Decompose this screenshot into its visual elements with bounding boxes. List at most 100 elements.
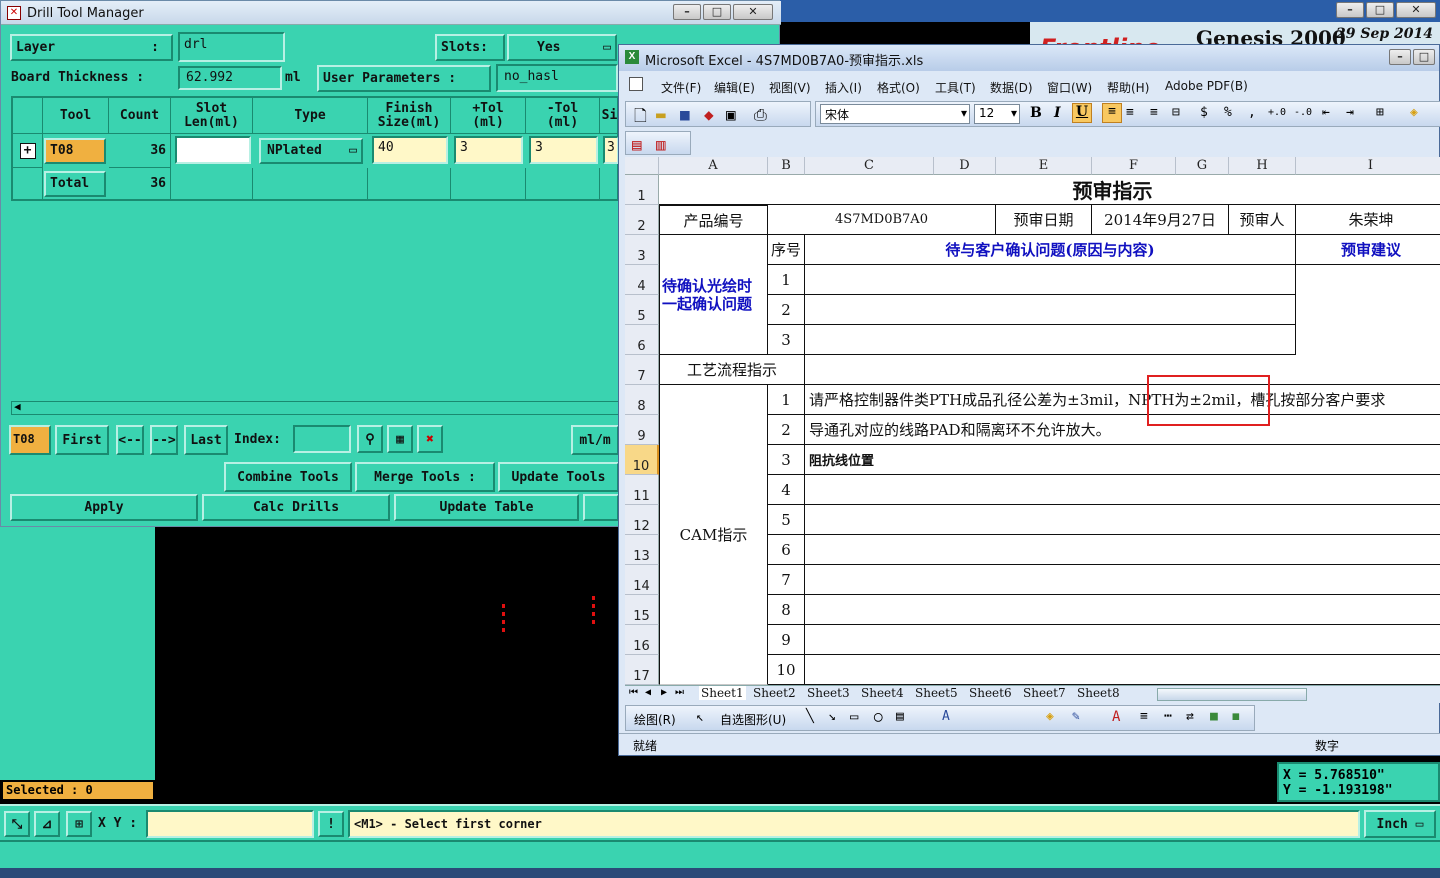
index-input[interactable] xyxy=(293,425,351,453)
cam-instruction[interactable]: 导通孔对应的线路PAD和隔离环不允许放大。 xyxy=(805,415,1440,445)
sheet-title[interactable]: 预审指示 xyxy=(659,175,1440,205)
align-center-icon[interactable]: ≡ xyxy=(1126,105,1134,120)
menu-edit[interactable]: 编辑(E) xyxy=(714,79,755,96)
col-header-c[interactable]: C xyxy=(805,157,934,175)
tool-cell[interactable]: T08 xyxy=(44,138,106,164)
row-header[interactable]: 14 xyxy=(625,565,659,595)
last-button[interactable]: Last xyxy=(184,425,228,455)
draw-menu[interactable]: 绘图(R) xyxy=(634,711,676,728)
cam-num[interactable]: 7 xyxy=(768,565,805,595)
pdf-email-icon[interactable]: ▥ xyxy=(656,135,666,154)
merge-center-icon[interactable]: ⊟ xyxy=(1172,105,1180,120)
pdf-convert-icon[interactable]: ▤ xyxy=(632,135,642,154)
reviewer-label[interactable]: 预审人 xyxy=(1229,205,1296,235)
cam-instruction[interactable] xyxy=(805,655,1440,685)
row-expand[interactable]: + xyxy=(13,134,43,168)
finish-input[interactable]: 40 xyxy=(372,136,448,164)
process-label[interactable]: 工艺流程指示 xyxy=(659,355,805,385)
col-header-h[interactable]: H xyxy=(1229,157,1296,175)
bold-icon[interactable]: B xyxy=(1030,105,1042,121)
calc-drills-button[interactable]: Calc Drills xyxy=(202,494,390,521)
cam-num[interactable]: 2 xyxy=(768,415,805,445)
update-table-button[interactable]: Update Table xyxy=(394,494,579,521)
decrease-decimal-icon[interactable]: -.0 xyxy=(1294,107,1312,118)
underline-icon[interactable]: U xyxy=(1072,103,1092,123)
col-header-b[interactable]: B xyxy=(768,157,805,175)
update-tools-button[interactable]: Update Tools xyxy=(498,462,619,492)
col-header-g[interactable]: G xyxy=(1176,157,1229,175)
cam-num[interactable]: 8 xyxy=(768,595,805,625)
cam-instruction[interactable] xyxy=(805,475,1440,505)
cam-num[interactable]: 9 xyxy=(768,625,805,655)
menu-view[interactable]: 视图(V) xyxy=(769,79,811,96)
arrow-style-icon[interactable]: ⇄ xyxy=(1186,709,1194,724)
print-icon[interactable]: ⎙ xyxy=(754,105,767,125)
row-header[interactable]: 11 xyxy=(625,475,659,505)
menu-data[interactable]: 数据(D) xyxy=(990,79,1033,96)
tab-sheet8[interactable]: Sheet8 xyxy=(1077,686,1120,700)
tab-sheet3[interactable]: Sheet3 xyxy=(807,686,850,700)
font-size-select[interactable]: 12 ▾ xyxy=(974,104,1020,124)
col-header-d[interactable]: D xyxy=(934,157,996,175)
row-header[interactable]: 4 xyxy=(625,265,659,295)
print-preview-icon[interactable]: ▣ xyxy=(726,105,736,124)
alert-icon[interactable]: ! xyxy=(318,811,344,837)
row-header[interactable]: 3 xyxy=(625,235,659,265)
horizontal-scrollbar[interactable]: ◀ xyxy=(11,400,619,415)
row-header[interactable]: 6 xyxy=(625,325,659,355)
row-header[interactable]: 16 xyxy=(625,625,659,655)
col-header-i[interactable]: I xyxy=(1296,157,1440,175)
font-color-icon[interactable]: A xyxy=(1112,709,1120,725)
reviewer-name[interactable]: 朱荣坤 xyxy=(1296,205,1440,235)
pending-label[interactable]: 待确认光绘时一起确认问题 xyxy=(659,235,768,355)
menu-insert[interactable]: 插入(I) xyxy=(825,79,862,96)
unit-toggle[interactable]: ml/m xyxy=(571,425,619,455)
close-button[interactable]: ✕ xyxy=(1396,2,1436,18)
3d-icon[interactable]: ◼ xyxy=(1232,709,1240,724)
rectangle-icon[interactable]: ▭ xyxy=(850,709,858,725)
line-color-icon[interactable]: ✎ xyxy=(1072,709,1080,724)
date-value[interactable]: 2014年9月27日 xyxy=(1092,205,1229,235)
process-value[interactable] xyxy=(805,355,1440,385)
row-header[interactable]: 12 xyxy=(625,505,659,535)
cam-instruction[interactable] xyxy=(805,565,1440,595)
menu-file[interactable]: 文件(F) xyxy=(661,79,701,96)
grid-icon[interactable]: ⊞ xyxy=(66,811,92,837)
extra-button[interactable] xyxy=(583,494,619,521)
row-header[interactable]: 5 xyxy=(625,295,659,325)
prev-button[interactable]: <-- xyxy=(116,425,144,455)
close-button[interactable]: ✕ xyxy=(733,4,773,20)
select-pointer-icon[interactable]: ↖ xyxy=(696,710,704,725)
wordart-icon[interactable]: A xyxy=(942,709,950,724)
fill-color-icon[interactable]: ◈ xyxy=(1410,105,1418,120)
tab-nav-first-icon[interactable]: ⏮ xyxy=(629,687,638,698)
pending-issue[interactable] xyxy=(805,265,1296,295)
apply-button[interactable]: Apply xyxy=(10,494,198,521)
row-header[interactable]: 1 xyxy=(625,175,659,205)
delete-icon[interactable]: ✖ xyxy=(417,425,443,453)
font-name-select[interactable]: 宋体 ▾ xyxy=(820,104,970,124)
si-input[interactable]: 3 xyxy=(603,136,619,164)
cam-instruction[interactable]: 阻抗线位置 xyxy=(805,445,1440,475)
xy-input[interactable] xyxy=(146,810,314,838)
align-right-icon[interactable]: ≡ xyxy=(1150,105,1158,120)
dash-style-icon[interactable]: ┅ xyxy=(1164,709,1172,724)
save-icon[interactable]: ■ xyxy=(680,105,690,124)
cam-num[interactable]: 3 xyxy=(768,445,805,475)
tab-sheet7[interactable]: Sheet7 xyxy=(1023,686,1066,700)
minimize-button[interactable]: – xyxy=(1389,49,1411,65)
indent-icon[interactable]: ⇥ xyxy=(1346,105,1354,120)
increase-decimal-icon[interactable]: +.0 xyxy=(1268,107,1286,118)
ntol-input[interactable]: 3 xyxy=(529,136,598,164)
genesis-input-line[interactable] xyxy=(0,840,1440,868)
arrow-icon[interactable]: ↘ xyxy=(828,709,836,724)
menu-help[interactable]: 帮助(H) xyxy=(1107,79,1149,96)
tab-sheet5[interactable]: Sheet5 xyxy=(915,686,958,700)
row-header-active[interactable]: 10 xyxy=(625,445,659,475)
menu-adobe-pdf[interactable]: Adobe PDF(B) xyxy=(1165,79,1248,93)
shadow-icon[interactable]: ■ xyxy=(1210,709,1218,724)
cam-instruction[interactable]: 请严格控制器件类PTH成品孔径公差为±3mil，NPTH为±2mil，槽孔按部分… xyxy=(805,385,1440,415)
align-left-icon[interactable]: ≡ xyxy=(1102,103,1122,123)
cam-num[interactable]: 10 xyxy=(768,655,805,685)
date-label[interactable]: 预审日期 xyxy=(996,205,1092,235)
